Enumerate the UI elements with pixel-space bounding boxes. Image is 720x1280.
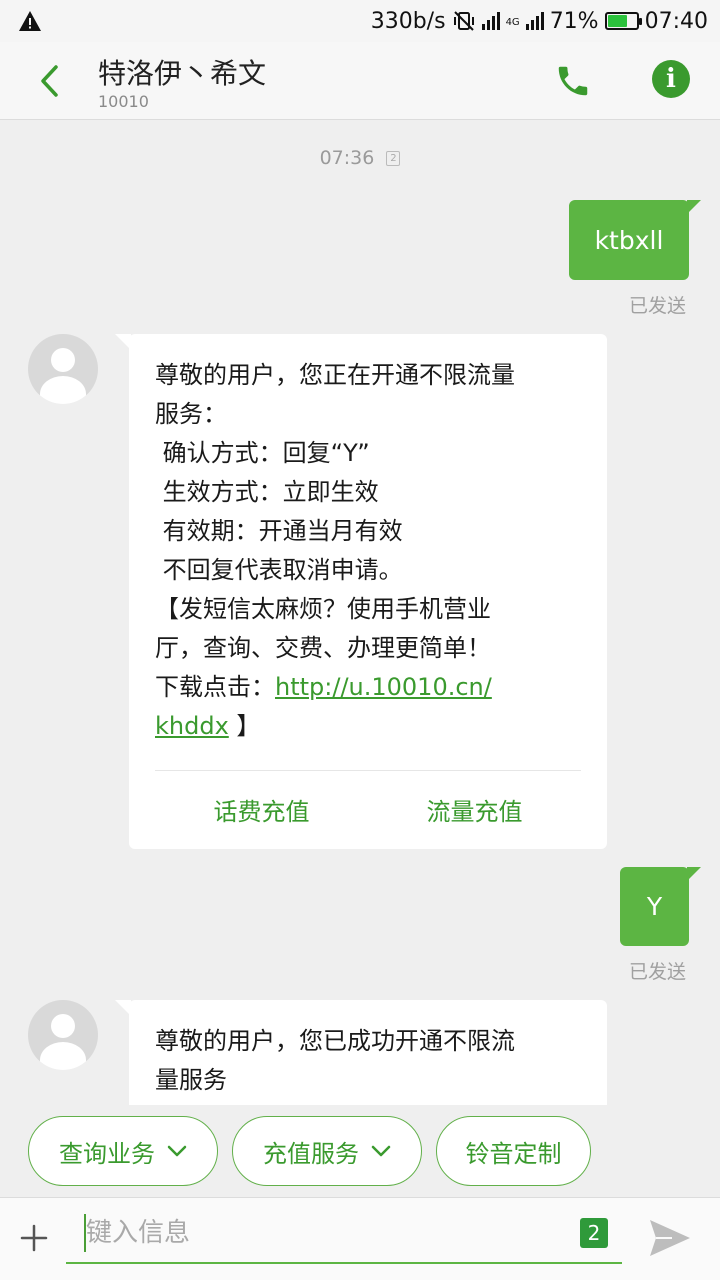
battery-percent: 71% <box>549 8 599 34</box>
message-body: 尊敬的用户，您正在开通不限流量 服务： 确认方式：回复“Y” 生效方式：立即生效… <box>155 361 515 701</box>
conversation-header: 特洛伊丶希文 10010 i <box>0 42 720 120</box>
contact-avatar[interactable] <box>28 334 98 404</box>
message-text: ktbxll <box>594 225 664 255</box>
sim-card-icon: 2 <box>386 151 401 166</box>
status-time: 07:40 <box>644 8 708 34</box>
message-timestamp: 07:36 2 <box>0 147 720 169</box>
message-actions: 话费充值 流量充值 <box>155 770 581 848</box>
contact-name: 特洛伊丶希文 <box>98 57 267 90</box>
chip-label: 充值服务 <box>263 1139 359 1168</box>
chevron-down-icon <box>167 1145 187 1157</box>
send-icon <box>650 1220 690 1256</box>
network-type: 4G <box>505 16 520 28</box>
recharge-service-menu[interactable]: 充值服务 <box>232 1116 422 1186</box>
network-speed: 330b/s <box>370 8 446 34</box>
info-button[interactable]: i <box>652 60 690 98</box>
chevron-down-icon <box>371 1145 391 1157</box>
quick-menu: 查询业务 充值服务 铃音定制 <box>0 1105 720 1197</box>
signal-icon-sim2 <box>525 12 544 30</box>
call-button[interactable] <box>552 60 594 102</box>
outgoing-message-bubble[interactable]: Y <box>620 867 701 946</box>
incoming-message-bubble[interactable]: 尊敬的用户，您正在开通不限流量 服务： 确认方式：回复“Y” 生效方式：立即生效… <box>115 334 607 849</box>
chip-label: 查询业务 <box>59 1139 155 1168</box>
message-tail: 】 <box>228 712 261 740</box>
message-text: 尊敬的用户，您已成功开通不限流 量服务 <box>155 1027 515 1094</box>
phone-recharge-button[interactable]: 话费充值 <box>155 771 368 848</box>
ringtone-custom-menu[interactable]: 铃音定制 <box>436 1116 591 1186</box>
message-input[interactable] <box>66 1210 546 1256</box>
sent-status: 已发送 <box>629 295 687 317</box>
message-text: 尊敬的用户，您正在开通不限流量 服务： 确认方式：回复“Y” 生效方式：立即生效… <box>155 356 581 746</box>
sent-status: 已发送 <box>629 961 687 983</box>
phone-icon <box>558 66 588 96</box>
data-recharge-button[interactable]: 流量充值 <box>368 771 581 848</box>
query-service-menu[interactable]: 查询业务 <box>28 1116 218 1186</box>
message-text: Y <box>646 892 663 921</box>
info-icon: i <box>666 64 676 94</box>
plus-icon <box>20 1224 48 1252</box>
warning-icon <box>19 11 41 31</box>
outgoing-message-bubble[interactable]: ktbxll <box>569 200 701 280</box>
signal-icon <box>481 12 500 30</box>
text-cursor <box>84 1214 86 1252</box>
vibrate-off-icon <box>453 11 474 31</box>
compose-bar: 2 <box>0 1197 720 1280</box>
sim-select-button[interactable]: 2 <box>580 1218 608 1248</box>
chevron-left-icon <box>41 65 58 97</box>
chip-label: 铃音定制 <box>465 1139 562 1168</box>
timestamp-text: 07:36 <box>319 147 375 169</box>
contact-number: 10010 <box>98 92 149 111</box>
contact-avatar[interactable] <box>28 1000 98 1070</box>
battery-icon <box>604 12 642 30</box>
back-button[interactable] <box>28 60 70 102</box>
incoming-message-bubble[interactable]: 尊敬的用户，您已成功开通不限流 量服务 <box>115 1000 607 1105</box>
message-input-wrapper: 2 <box>66 1210 622 1264</box>
add-attachment-button[interactable] <box>14 1218 54 1258</box>
status-bar: 330b/s 4G 71% 07:40 <box>0 0 720 42</box>
message-list[interactable]: 07:36 2 ktbxll 已发送 尊敬的用户，您正在开通不限流量 服务： 确… <box>0 121 720 1105</box>
send-button[interactable] <box>646 1216 694 1260</box>
